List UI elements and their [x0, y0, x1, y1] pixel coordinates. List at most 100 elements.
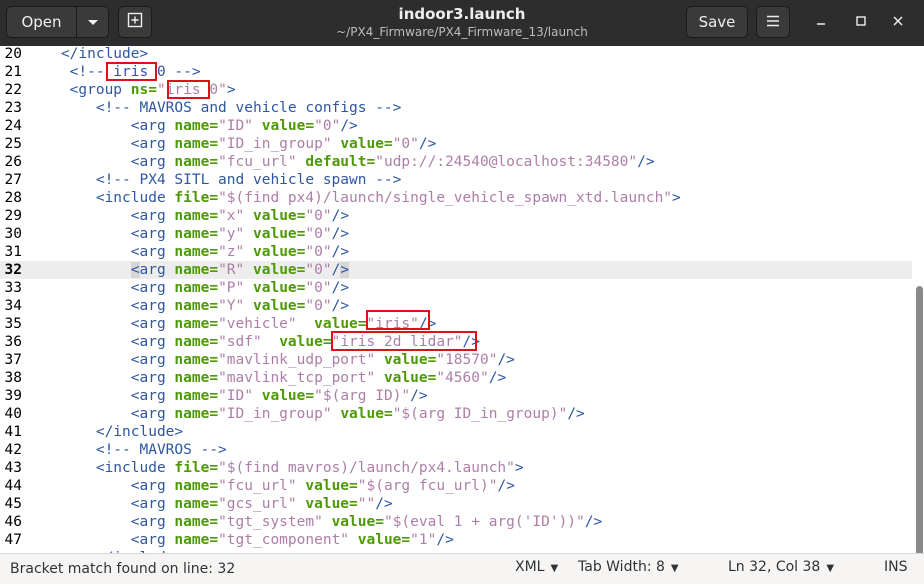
header-bar: Open indoor3.launch ~/PX4_Firmware/PX4_F…	[0, 0, 924, 46]
code-text: <!-- MAVROS -->	[95, 442, 227, 458]
minimize-button[interactable]	[810, 12, 832, 34]
line-number: 41	[4, 424, 22, 440]
code-text: <!-- PX4 SITL and vehicle spawn -->	[95, 172, 402, 188]
code-text: <arg name="y" value="0"/>	[130, 226, 350, 242]
code-line[interactable]: 32 <arg name="R" value="0"/>	[0, 261, 912, 279]
code-line[interactable]: 30 <arg name="y" value="0"/>	[0, 225, 912, 243]
line-number: 20	[4, 46, 22, 62]
code-text: <arg name="fcu_url" value="$(arg fcu_url…	[130, 478, 515, 494]
code-line[interactable]: 31 <arg name="z" value="0"/>	[0, 243, 912, 261]
line-number: 38	[4, 370, 22, 386]
code-line[interactable]: 42 <!-- MAVROS -->	[0, 441, 912, 459]
code-editor[interactable]: 20 </include> 21 <!-- iris_0 --> 22 <group…	[0, 46, 924, 553]
vertical-scrollbar[interactable]	[916, 286, 923, 553]
code-line[interactable]: 28 <include file="$(find px4)/launch/sin…	[0, 189, 912, 207]
code-line[interactable]: 27 <!-- PX4 SITL and vehicle spawn -->	[0, 171, 912, 189]
chevron-down-icon: ▼	[670, 563, 679, 574]
code-line[interactable]: 24 <arg name="ID" value="0"/>	[0, 117, 912, 135]
menu-button[interactable]	[756, 6, 790, 38]
line-number: 29	[4, 208, 22, 224]
code-line[interactable]: 22 <group ns="iris_0">	[0, 81, 912, 99]
line-number: 21	[4, 64, 22, 80]
code-text: <arg name="mavlink_udp_port" value="1857…	[130, 352, 515, 368]
line-number: 43	[4, 460, 22, 476]
line-number: 23	[4, 100, 22, 116]
code-text: <arg name="P" value="0"/>	[130, 280, 350, 296]
code-text: </include>	[60, 46, 149, 62]
hamburger-menu-icon	[766, 13, 780, 31]
line-number: 27	[4, 172, 22, 188]
tab-width-label: Tab Width: 8	[578, 559, 665, 575]
code-line[interactable]: 38 <arg name="mavlink_tcp_port" value="4…	[0, 369, 912, 387]
line-number: 40	[4, 406, 22, 422]
code-line[interactable]: 40 <arg name="ID_in_group" value="$(arg …	[0, 405, 912, 423]
insert-mode-indicator[interactable]: INS	[884, 559, 908, 575]
annotation-box-iris-group	[167, 80, 210, 99]
code-line[interactable]: 44 <arg name="fcu_url" value="$(arg fcu_…	[0, 477, 912, 495]
status-bar: Bracket match found on line: 32 XML ▼ Tab…	[0, 553, 924, 584]
open-dropdown-button[interactable]	[76, 6, 109, 38]
code-line[interactable]: 23 <!-- MAVROS and vehicle configs -->	[0, 99, 912, 117]
line-number: 46	[4, 514, 22, 530]
save-button[interactable]: Save	[686, 6, 748, 38]
cursor-position-selector[interactable]: Ln 32, Col 38 ▼	[728, 559, 834, 575]
code-line[interactable]: 39 <arg name="ID" value="$(arg ID)"/>	[0, 387, 912, 405]
line-number: 26	[4, 154, 22, 170]
window-title-area: indoor3.launch ~/PX4_Firmware/PX4_Firmwa…	[300, 4, 624, 41]
code-text: <arg name="R" value="0"/>	[130, 262, 350, 278]
window-subtitle: ~/PX4_Firmware/PX4_Firmware_13/launch	[336, 25, 588, 39]
language-selector[interactable]: XML ▼	[515, 559, 558, 575]
maximize-icon	[855, 15, 867, 31]
code-line[interactable]: 26 <arg name="fcu_url" default="udp://:2…	[0, 153, 912, 171]
line-number: 45	[4, 496, 22, 512]
line-number: 28	[4, 190, 22, 206]
code-text: <arg name="ID_in_group" value="$(arg ID_…	[130, 406, 585, 422]
code-line[interactable]: 29 <arg name="x" value="0"/>	[0, 207, 912, 225]
line-number: 33	[4, 280, 22, 296]
line-number: 22	[4, 82, 22, 98]
code-line[interactable]: 46 <arg name="tgt_system" value="$(eval …	[0, 513, 912, 531]
new-tab-icon	[127, 12, 143, 32]
annotation-box-iris-comment	[106, 62, 157, 81]
code-line[interactable]: 34 <arg name="Y" value="0"/>	[0, 297, 912, 315]
line-number: 24	[4, 118, 22, 134]
line-number: 44	[4, 478, 22, 494]
annotation-box-vehicle-value	[366, 310, 430, 330]
maximize-button[interactable]	[850, 12, 872, 34]
annotation-box-sdf-value	[331, 331, 477, 351]
chevron-down-icon: ▼	[826, 563, 835, 574]
code-line[interactable]: 20 </include>	[0, 46, 912, 63]
close-icon	[892, 15, 904, 31]
code-text: <arg name="fcu_url" default="udp://:2454…	[130, 154, 655, 170]
chevron-down-icon: ▼	[550, 563, 559, 574]
code-text: <arg name="z" value="0"/>	[130, 244, 350, 260]
code-text: <!-- MAVROS and vehicle configs -->	[95, 100, 402, 116]
open-button-group: Open	[6, 6, 109, 38]
code-text: <arg name="ID" value="$(arg ID)"/>	[130, 388, 428, 404]
close-button[interactable]	[887, 12, 909, 34]
code-line[interactable]: 45 <arg name="gcs_url" value=""/>	[0, 495, 912, 513]
code-text: <arg name="tgt_component" value="1"/>	[130, 532, 454, 548]
code-text: <arg name="gcs_url" value=""/>	[130, 496, 393, 512]
line-number: 37	[4, 352, 22, 368]
code-text: <arg name="Y" value="0"/>	[130, 298, 350, 314]
code-line[interactable]: 33 <arg name="P" value="0"/>	[0, 279, 912, 297]
new-tab-button[interactable]	[118, 6, 152, 38]
code-text: <arg name="x" value="0"/>	[130, 208, 350, 224]
code-line[interactable]: 47 <arg name="tgt_component" value="1"/>	[0, 531, 912, 549]
chevron-down-icon	[87, 13, 99, 31]
line-number: 35	[4, 316, 22, 332]
code-text: <include file="$(find mavros)/launch/px4…	[95, 460, 524, 476]
cursor-position-label: Ln 32, Col 38	[728, 559, 821, 575]
code-line[interactable]: 41 </include>	[0, 423, 912, 441]
minimize-icon	[815, 15, 827, 31]
line-number: 47	[4, 532, 22, 548]
code-line[interactable]: 43 <include file="$(find mavros)/launch/…	[0, 459, 912, 477]
open-button[interactable]: Open	[6, 6, 77, 38]
code-line[interactable]: 25 <arg name="ID_in_group" value="0"/>	[0, 135, 912, 153]
code-text: <include file="$(find px4)/launch/single…	[95, 190, 681, 206]
open-button-label: Open	[21, 13, 62, 31]
line-number: 25	[4, 136, 22, 152]
code-line[interactable]: 37 <arg name="mavlink_udp_port" value="1…	[0, 351, 912, 369]
tab-width-selector[interactable]: Tab Width: 8 ▼	[578, 559, 679, 575]
